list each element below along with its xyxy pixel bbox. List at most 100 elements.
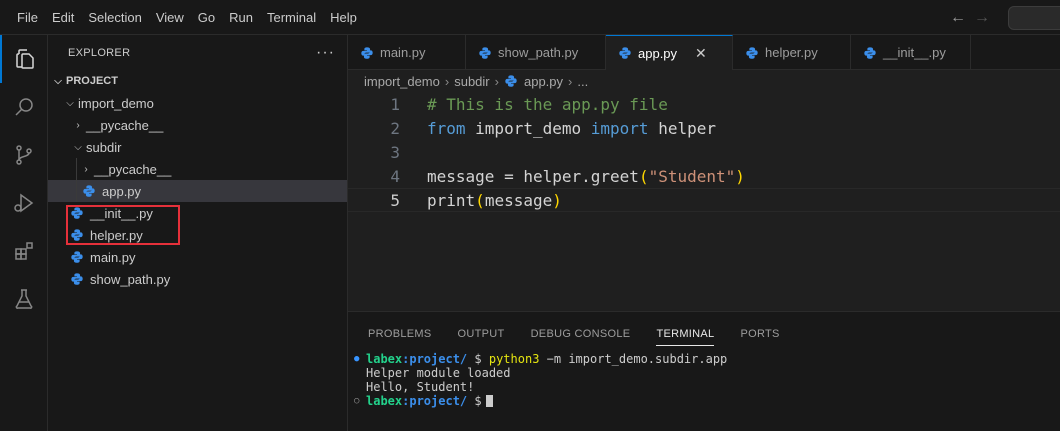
python-file-icon [746,46,758,59]
chevron-right-icon: › [76,119,80,131]
code-token: message [484,190,553,210]
terminal-path: :project/ [402,394,468,408]
breadcrumb-item[interactable]: import_demo [364,74,440,89]
code-token: ( [638,166,649,186]
code-editor[interactable]: 1 # This is the app.py file 2 from impor… [348,92,1060,212]
tab-terminal[interactable]: TERMINAL [656,312,715,352]
breadcrumb-item[interactable]: ... [577,74,588,89]
chevron-right-icon: › [444,73,450,89]
code-line[interactable]: 2 from import_demo import helper [348,116,1060,140]
tab-helper-py[interactable]: helper.py [733,35,851,70]
indent-guide [76,158,77,180]
tab-label: helper.py [765,45,818,60]
terminal-line: Helper module loaded [348,366,1060,380]
code-token: ( [475,190,485,210]
tab-show-path-py[interactable]: show_path.py [466,35,606,70]
close-icon[interactable]: ✕ [695,45,707,62]
bottom-panel: PROBLEMS OUTPUT DEBUG CONSOLE TERMINAL P… [348,311,1060,431]
tree-item-show-path-py[interactable]: show_path.py [48,268,347,290]
explorer-title: EXPLORER [68,46,131,59]
code-line[interactable]: 4 message = helper. greet("Student") [348,164,1060,188]
code-token: helper [648,118,716,138]
chevron-right-icon: › [494,73,499,89]
terminal-user: labex [366,352,403,366]
code-token: message = helper. [427,166,591,186]
run-debug-icon[interactable] [0,179,48,227]
code-token: import_demo [465,118,591,138]
tab-problems[interactable]: PROBLEMS [368,312,432,352]
code-token: import [590,118,649,138]
terminal-user: labex [366,394,403,408]
chevron-down-icon: ⌵ [74,141,82,153]
search-icon[interactable] [0,83,48,131]
python-file-icon [479,46,491,59]
tab-app-py[interactable]: app.py ✕ [606,35,733,70]
annotation-highlight-box [66,205,180,245]
command-center[interactable] [1008,6,1060,30]
line-number: 3 [390,142,400,162]
menu-edit[interactable]: Edit [45,0,81,35]
line-number: 4 [390,166,400,186]
panel-tabs: PROBLEMS OUTPUT DEBUG CONSOLE TERMINAL P… [348,312,1060,352]
terminal-prompt: $ [467,352,489,366]
tree-item-app-py[interactable]: app.py [48,180,347,202]
files-icon[interactable] [0,35,48,83]
tree-item-import-demo[interactable]: ⌵ import_demo [48,92,347,114]
breadcrumb-item[interactable]: subdir [454,74,489,89]
tab-debug-console[interactable]: DEBUG CONSOLE [531,312,631,352]
tree-item-label: __pycache__ [86,117,164,133]
menu-terminal[interactable]: Terminal [260,0,323,35]
chevron-right-icon: › [568,73,573,89]
menu-go[interactable]: Go [191,0,222,35]
tree-item-pycache[interactable]: › __pycache__ [48,114,347,136]
line-number: 5 [390,190,400,210]
more-actions-icon[interactable]: ··· [316,44,335,62]
source-control-icon[interactable] [0,131,48,179]
back-arrow-icon[interactable]: ← [950,9,966,27]
line-number: 1 [390,94,400,114]
activity-bar [0,35,48,431]
python-file-icon [864,46,876,59]
project-root[interactable]: ⌵ PROJECT [48,70,347,92]
terminal[interactable]: ● labex:project/ $ python3 −m import_demo… [348,352,1060,408]
terminal-line: ○ labex:project/ $ [348,394,1060,408]
tab-output[interactable]: OUTPUT [458,312,505,352]
code-token: greet [590,166,639,186]
breadcrumb: import_demo › subdir › app.py › ... [348,70,1060,92]
menu-help[interactable]: Help [323,0,364,35]
tree-item-subdir[interactable]: ⌵ subdir [48,136,347,158]
chevron-down-icon: ⌵ [54,75,62,87]
command-pending-icon: ○ [354,396,360,406]
project-label: PROJECT [66,75,118,87]
python-file-icon [83,185,95,197]
tab-ports[interactable]: PORTS [740,312,779,352]
tree-item-label: app.py [102,183,142,199]
tab-main-py[interactable]: main.py [348,35,466,70]
code-token: from [427,118,466,138]
code-line[interactable]: 3 [348,140,1060,164]
menu-run[interactable]: Run [222,0,260,35]
testing-icon[interactable] [0,275,48,323]
tab-init-py[interactable]: __init__.py [851,35,971,70]
extensions-icon[interactable] [0,227,48,275]
explorer-header: EXPLORER ··· [48,35,347,70]
editor-area: main.py show_path.py app.py ✕ helper.py … [348,35,1060,311]
python-file-icon [505,75,517,87]
forward-arrow-icon[interactable]: → [974,9,990,27]
menu-file[interactable]: File [0,0,45,35]
chevron-down-icon: ⌵ [66,97,74,109]
terminal-output: Hello, Student! [366,380,475,394]
menu-selection[interactable]: Selection [81,0,148,35]
tree-item-main-py[interactable]: main.py [48,246,347,268]
command-success-icon: ● [354,354,360,364]
tab-label: __init__.py [883,45,946,60]
terminal-line: Hello, Student! [348,380,1060,394]
tree-item-subdir-pycache[interactable]: › __pycache__ [48,158,347,180]
nav-arrows: ← → [950,0,990,35]
tab-label: show_path.py [498,45,579,60]
code-line-current[interactable]: 5 print(message) [348,188,1060,212]
breadcrumb-item[interactable]: app.py [524,74,563,89]
code-line[interactable]: 1 # This is the app.py file [348,92,1060,116]
terminal-output: Helper module loaded [366,366,511,380]
menu-view[interactable]: View [149,0,191,35]
